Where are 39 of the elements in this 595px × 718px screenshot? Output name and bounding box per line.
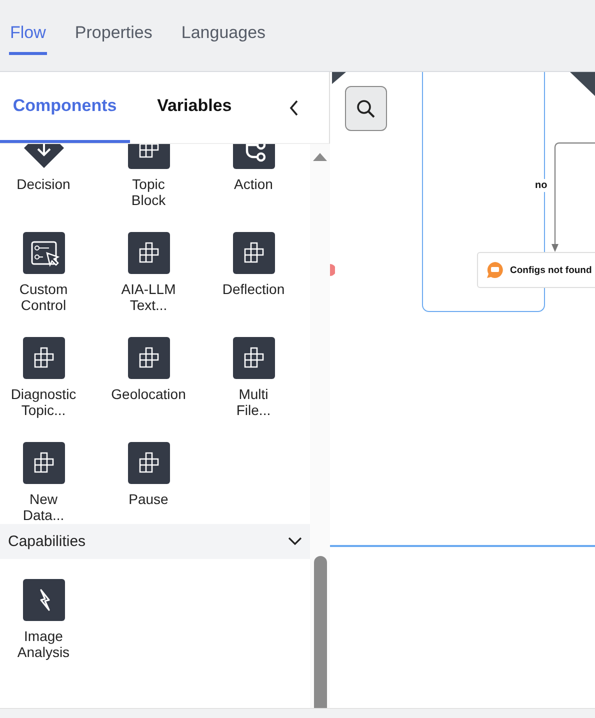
tab[interactable]: Languages [180, 0, 267, 55]
component-label[interactable]: Custom Control [0, 281, 92, 313]
panel-tab[interactable]: Variables [130, 72, 260, 143]
component-label[interactable]: Diagnostic Topic... [0, 386, 92, 418]
component-label[interactable]: Pause [100, 491, 196, 507]
component-label[interactable]: Geolocation [100, 386, 196, 402]
component-label[interactable]: Topic Block [100, 176, 196, 208]
component-label[interactable]: Image Analysis [0, 628, 92, 660]
chat-bubble-icon [486, 261, 504, 279]
section-title: Capabilities [8, 533, 86, 550]
tab[interactable]: Flow [9, 0, 47, 55]
component-label[interactable]: Multi File... [206, 386, 302, 418]
component-label[interactable]: Action [206, 176, 302, 192]
corner-marker-icon [332, 72, 346, 84]
blocks-icon [128, 337, 170, 379]
blocks-icon [232, 232, 274, 274]
scroll-up-icon[interactable] [313, 151, 327, 161]
cursor-panel-icon [22, 232, 64, 274]
tab[interactable]: Properties [74, 0, 154, 55]
section-header[interactable]: Capabilities [0, 524, 310, 559]
blocks-icon [232, 337, 274, 379]
component-label[interactable]: Deflection [206, 281, 302, 297]
edge-label: no [535, 179, 548, 192]
search-button[interactable] [345, 86, 387, 131]
scrollbar-thumb[interactable] [314, 556, 326, 708]
chevron-icon [288, 537, 302, 546]
blocks-icon [22, 337, 64, 379]
node-title: Configs not found [510, 264, 592, 276]
corner-marker-icon [570, 72, 595, 96]
component-label[interactable]: Decision [0, 176, 92, 192]
component-label[interactable]: New Data... [0, 491, 92, 523]
blocks-icon [22, 442, 64, 484]
component-label[interactable]: AIA-LLM Text... [100, 281, 196, 313]
search-icon [356, 98, 376, 118]
flow-node[interactable]: Configs not found [477, 252, 595, 288]
blocks-icon [128, 232, 170, 274]
blocks-icon [128, 442, 170, 484]
collapse-chevron-icon[interactable] [289, 100, 300, 116]
lightning-icon [22, 579, 64, 621]
